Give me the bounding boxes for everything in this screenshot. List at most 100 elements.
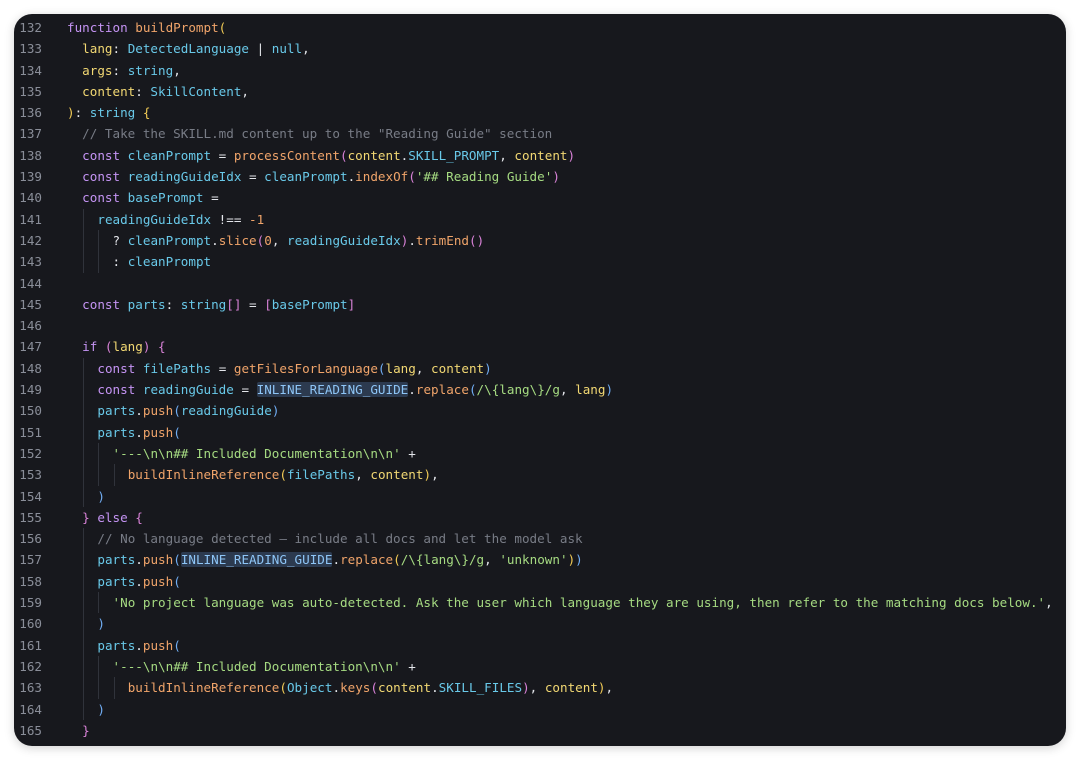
code-token: string — [180, 296, 227, 312]
code-line[interactable]: 152 '---\n\n## Included Documentation\n\n… — [14, 442, 1066, 465]
code-token: content — [378, 680, 432, 696]
line-number: 139 — [19, 169, 42, 185]
line-number: 147 — [19, 339, 42, 355]
code-line[interactable]: 141 readingGuideIdx !== -1 — [14, 208, 1066, 230]
code-token: parts — [97, 552, 136, 568]
code-token: parts — [97, 637, 136, 653]
code-token: ( — [377, 360, 386, 376]
code-token: , — [484, 552, 500, 568]
code-token: ( — [173, 573, 181, 589]
code-token: . — [332, 552, 341, 568]
code-token: { — [158, 339, 166, 355]
code-token: ) — [575, 552, 583, 568]
code-line[interactable]: 164) — [14, 698, 1066, 720]
code-line[interactable]: 139 const readingGuideIdx = cleanPrompt.i… — [14, 166, 1066, 187]
code-token: lang — [575, 382, 606, 398]
line-number: 133 — [19, 41, 42, 57]
code-line[interactable]: 135 content: SkillContent, — [14, 81, 1066, 102]
indent-guide — [113, 464, 115, 486]
code-token: { — [135, 509, 143, 525]
code-token: lang — [385, 360, 416, 376]
line-number: 151 — [19, 424, 42, 440]
code-line[interactable]: 159 'No project language was auto-detecte… — [14, 592, 1066, 614]
indent-guide — [98, 229, 100, 252]
code-token: . — [135, 573, 143, 589]
code-token: ( — [218, 20, 227, 35]
code-token: = — [233, 382, 257, 398]
code-token: , — [173, 62, 181, 78]
code-token: : — [135, 83, 151, 99]
code-token: , — [1045, 595, 1053, 611]
code-line[interactable]: 133 lang: DetectedLanguage | null, — [14, 38, 1066, 59]
code-line[interactable]: 137 // Take the SKILL.md content up to th… — [14, 123, 1066, 144]
code-token: parts — [97, 573, 136, 589]
code-line[interactable]: 155} else { — [14, 507, 1066, 528]
code-token: : — [74, 105, 90, 121]
code-line[interactable]: 150 parts.push(readingGuide) — [14, 400, 1066, 422]
code-text: buildInlineReference(filePaths, content)… — [128, 464, 439, 485]
code-text: readingGuideIdx !== -1 — [97, 209, 264, 230]
code-token: 0 — [264, 232, 272, 248]
code-line[interactable]: 146 — [14, 315, 1066, 336]
code-token: } — [82, 722, 90, 738]
code-token: | — [249, 41, 272, 57]
indent-guide — [83, 421, 85, 443]
code-line[interactable]: 149 const readingGuide = INLINE_READING_G… — [14, 379, 1066, 401]
code-line[interactable]: 157 parts.push(INLINE_READING_GUIDE.repla… — [14, 549, 1066, 571]
code-token: SkillContent — [150, 83, 242, 99]
code-text: if (lang) { — [82, 336, 165, 357]
code-line[interactable]: 158 parts.push( — [14, 570, 1066, 593]
code-line[interactable]: 134 args: string, — [14, 60, 1066, 81]
code-line[interactable]: 162 '---\n\n## Included Documentation\n\n… — [14, 655, 1066, 678]
code-line[interactable]: 147 if (lang) { — [14, 336, 1066, 357]
code-token: . — [135, 552, 143, 568]
code-token: ) — [567, 147, 576, 163]
code-token: ( — [173, 424, 181, 440]
code-text: ): string { — [67, 102, 150, 123]
indent-guide — [98, 464, 100, 486]
code-token: '---\n\n## Included Documentation\n\n' — [112, 445, 401, 461]
code-token: const — [82, 296, 128, 312]
code-token: /\{lang\}/g — [476, 382, 560, 398]
line-number: 141 — [19, 211, 42, 227]
code-line[interactable]: 145 const parts: string[] = [basePrompt] — [14, 294, 1066, 315]
code-line[interactable]: 136): string { — [14, 102, 1066, 123]
indent-guide — [83, 549, 85, 571]
code-text: content: SkillContent, — [82, 81, 249, 102]
code-token: 'unknown' — [499, 552, 568, 568]
code-line[interactable]: 151 parts.push( — [14, 421, 1066, 443]
code-token: . — [408, 382, 416, 398]
line-number: 140 — [19, 190, 42, 206]
code-line[interactable]: 161 parts.push( — [14, 634, 1066, 656]
indent-guide — [83, 379, 85, 401]
code-line[interactable]: 154) — [14, 485, 1066, 507]
code-token: filePaths — [142, 360, 212, 376]
code-text: function buildPrompt( — [67, 17, 226, 38]
code-token: content — [544, 680, 598, 696]
code-token: ) — [597, 680, 606, 696]
code-line[interactable]: 143: cleanPrompt — [14, 251, 1066, 273]
code-line[interactable]: 142 ? cleanPrompt.slice(0, readingGuideId… — [14, 229, 1066, 252]
code-line[interactable]: 132 function buildPrompt( — [14, 17, 1066, 38]
code-editor[interactable]: 132 function buildPrompt(133 lang: Detecte… — [14, 17, 1066, 741]
code-text: const parts: string[] = [basePrompt] — [82, 294, 355, 315]
code-line[interactable]: 165} — [14, 720, 1066, 741]
code-token: !== — [211, 211, 250, 227]
code-text: parts.push( — [97, 571, 180, 592]
code-line[interactable]: 153 buildInlineReference(filePaths, conte… — [14, 464, 1066, 486]
code-line[interactable]: 163 buildInlineReference(Object.keys(cont… — [14, 677, 1066, 699]
code-line[interactable]: 140 const basePrompt = — [14, 187, 1066, 208]
indent-guide — [98, 655, 100, 678]
code-token: ) — [97, 488, 105, 504]
code-line[interactable]: 156 // No language detected — include all… — [14, 528, 1066, 550]
code-line[interactable]: 138 const cleanPrompt = processContent(co… — [14, 145, 1066, 166]
code-text: : cleanPrompt — [113, 251, 212, 272]
code-line[interactable]: 148 const filePaths = getFilesForLanguage… — [14, 357, 1066, 380]
indent-guide — [83, 655, 85, 678]
code-line[interactable]: 144 — [14, 273, 1066, 294]
line-number: 135 — [19, 83, 42, 99]
code-token: 'No project language was auto-detected. … — [112, 595, 1046, 611]
code-line[interactable]: 160) — [14, 613, 1066, 635]
indent-guide — [83, 229, 85, 252]
line-number: 145 — [19, 296, 42, 312]
